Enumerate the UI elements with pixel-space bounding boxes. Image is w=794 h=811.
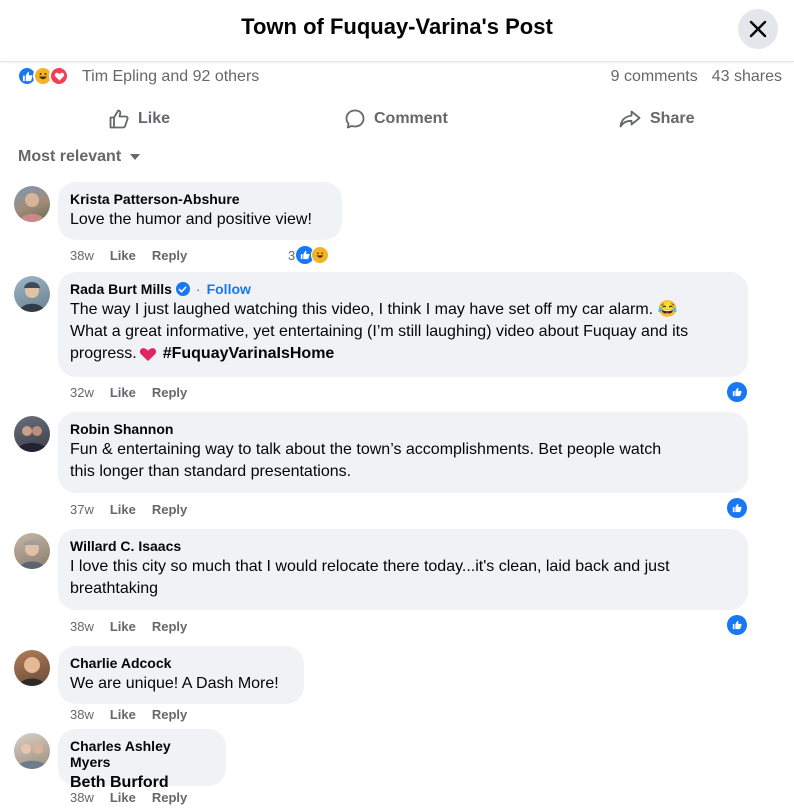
comment-item: Charlie Adcock We are unique! A Dash Mor… bbox=[0, 646, 794, 726]
comment-timestamp[interactable]: 32w bbox=[70, 385, 94, 400]
page-title: Town of Fuquay-Varina's Post bbox=[241, 14, 553, 39]
verified-badge-icon bbox=[175, 282, 190, 296]
comment-button-label: Comment bbox=[374, 110, 448, 127]
comment-like-button[interactable]: Like bbox=[110, 248, 136, 263]
comment-author[interactable]: Charlie Adcock bbox=[70, 655, 171, 671]
comment-reply-button[interactable]: Reply bbox=[152, 248, 187, 263]
avatar[interactable] bbox=[14, 533, 50, 569]
comment-reply-button[interactable]: Reply bbox=[152, 502, 187, 517]
comment-reply-button[interactable]: Reply bbox=[152, 790, 187, 805]
comment-text-line: progress. #FuquayVarinaIsHome bbox=[70, 343, 736, 365]
love-reaction-icon bbox=[49, 66, 69, 86]
comments-count[interactable]: 9 comments bbox=[611, 68, 698, 86]
comment-bubble: Willard C. Isaacs I love this city so mu… bbox=[58, 529, 748, 610]
avatar[interactable] bbox=[14, 416, 50, 452]
comment-item: Robin Shannon Fun & entertaining way to … bbox=[0, 412, 794, 522]
comment-reactions[interactable]: 3 bbox=[288, 246, 330, 264]
share-button[interactable]: Share bbox=[618, 100, 694, 138]
comment-text-fragment: progress. bbox=[70, 345, 137, 362]
follow-button[interactable]: Follow bbox=[207, 281, 251, 297]
comment-author[interactable]: Charles Ashley Myers bbox=[70, 738, 214, 770]
comment-icon bbox=[345, 109, 365, 129]
avatar[interactable] bbox=[14, 276, 50, 312]
close-icon bbox=[749, 20, 767, 38]
reaction-count: 3 bbox=[288, 247, 296, 263]
comment-author[interactable]: Robin Shannon bbox=[70, 421, 173, 437]
avatar[interactable] bbox=[14, 650, 50, 686]
avatar[interactable] bbox=[14, 733, 50, 769]
comment-text-line: The way I just laughed watching this vid… bbox=[70, 301, 678, 318]
share-icon bbox=[619, 110, 641, 128]
comment-like-button[interactable]: Like bbox=[110, 502, 136, 517]
comment-text-line: I love this city so much that I would re… bbox=[70, 558, 670, 575]
comment-author[interactable]: Krista Patterson-Abshure bbox=[70, 191, 240, 207]
post-header: Town of Fuquay-Varina's Post bbox=[0, 0, 794, 62]
comment-item: Willard C. Isaacs I love this city so mu… bbox=[0, 529, 794, 639]
comment-bubble: Rada Burt Mills · Follow The way I just … bbox=[58, 272, 748, 377]
comment-author[interactable]: Willard C. Isaacs bbox=[70, 538, 181, 554]
like-reaction-icon[interactable] bbox=[727, 382, 747, 402]
comment-text: Love the humor and positive view! bbox=[70, 211, 312, 228]
share-button-label: Share bbox=[650, 110, 695, 127]
reaction-summary[interactable] bbox=[17, 66, 69, 86]
comment-bubble: Krista Patterson-Abshure Love the humor … bbox=[58, 182, 342, 240]
comment-sort-dropdown[interactable]: Most relevant bbox=[18, 148, 141, 166]
comment-timestamp[interactable]: 37w bbox=[70, 502, 94, 517]
avatar[interactable] bbox=[14, 186, 50, 222]
sort-label: Most relevant bbox=[18, 148, 122, 165]
thumbs-up-icon bbox=[109, 109, 129, 129]
like-button[interactable]: Like bbox=[108, 100, 170, 138]
comment-item: Charles Ashley Myers Beth Burford 38w Li… bbox=[0, 729, 794, 809]
like-reaction-icon[interactable] bbox=[727, 498, 747, 518]
comment-reply-button[interactable]: Reply bbox=[152, 619, 187, 634]
comment-reply-button[interactable]: Reply bbox=[152, 385, 187, 400]
comment-author[interactable]: Rada Burt Mills bbox=[70, 281, 172, 297]
red-heart-icon bbox=[139, 348, 156, 361]
like-button-label: Like bbox=[138, 110, 171, 127]
caret-down-icon bbox=[130, 154, 141, 160]
comment-item: Rada Burt Mills · Follow The way I just … bbox=[0, 272, 794, 404]
comment-text-line: What a great informative, yet entertaini… bbox=[70, 323, 689, 340]
close-button[interactable] bbox=[738, 9, 778, 49]
comment-bubble: Robin Shannon Fun & entertaining way to … bbox=[58, 412, 748, 493]
comment-like-button[interactable]: Like bbox=[110, 790, 136, 805]
comment-button[interactable]: Comment bbox=[344, 100, 448, 138]
hashtag-link[interactable]: #FuquayVarinaIsHome bbox=[163, 343, 335, 365]
comment-item: Krista Patterson-Abshure Love the humor … bbox=[0, 182, 794, 268]
reactors-names[interactable]: Tim Epling and 92 others bbox=[82, 68, 259, 86]
comment-timestamp[interactable]: 38w bbox=[70, 790, 94, 805]
comment-text: We are unique! A Dash More! bbox=[70, 675, 279, 692]
comment-like-button[interactable]: Like bbox=[110, 385, 136, 400]
like-reaction-icon[interactable] bbox=[727, 615, 747, 635]
comment-like-button[interactable]: Like bbox=[110, 619, 136, 634]
comment-like-button[interactable]: Like bbox=[110, 707, 136, 722]
comment-timestamp[interactable]: 38w bbox=[70, 707, 94, 722]
post-actions: Like Comment Share bbox=[0, 100, 794, 138]
comment-timestamp[interactable]: 38w bbox=[70, 248, 94, 263]
shares-count[interactable]: 43 shares bbox=[712, 68, 782, 86]
reaction-stats: Tim Epling and 92 others 9 comments 43 s… bbox=[0, 62, 794, 92]
comment-timestamp[interactable]: 38w bbox=[70, 619, 94, 634]
comment-bubble: Charlie Adcock We are unique! A Dash Mor… bbox=[58, 646, 304, 704]
separator-dot: · bbox=[195, 281, 201, 297]
comment-text-line: this longer than standard presentations. bbox=[70, 463, 352, 480]
comment-bubble: Charles Ashley Myers Beth Burford bbox=[58, 729, 226, 791]
comment-text-line: breathtaking bbox=[70, 580, 159, 597]
haha-reaction-icon bbox=[311, 246, 330, 264]
comment-reply-button[interactable]: Reply bbox=[152, 707, 187, 722]
comment-text-line: Fun & entertaining way to talk about the… bbox=[70, 441, 662, 458]
